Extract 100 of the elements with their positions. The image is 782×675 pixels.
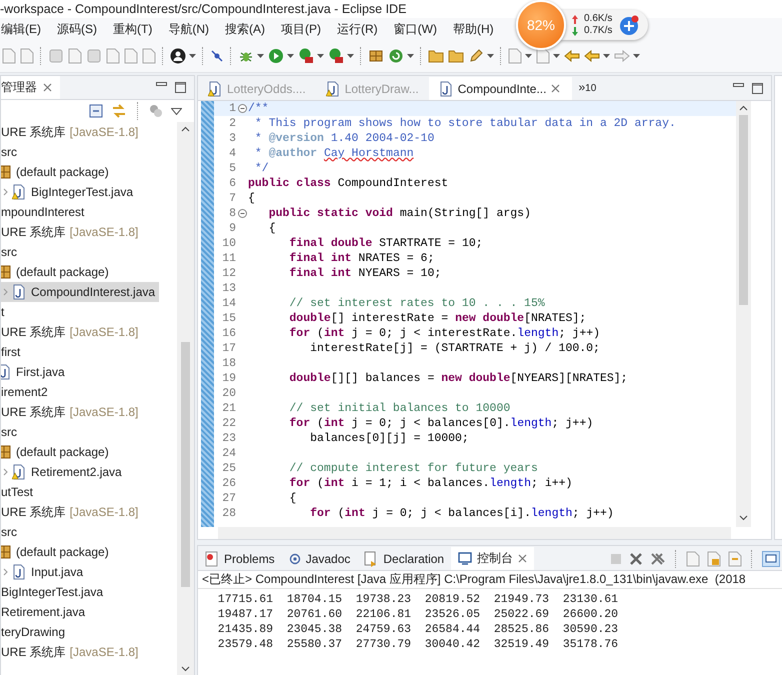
panel-tab[interactable]: Problems: [198, 547, 282, 570]
horizontal-scrollbar[interactable]: [218, 527, 731, 539]
pencil-icon[interactable]: [468, 48, 484, 64]
run-tool-icon[interactable]: [298, 48, 314, 64]
panel-tab[interactable]: Declaration: [357, 547, 452, 570]
tree-item[interactable]: (default package): [1, 542, 113, 562]
fold-icon[interactable]: [238, 209, 246, 218]
dropdown-caret-icon[interactable]: [487, 54, 494, 58]
tree-item[interactable]: Retirement.java: [1, 602, 90, 622]
dropdown-caret-icon[interactable]: [287, 54, 294, 58]
menu-item[interactable]: 搜索(A): [224, 20, 266, 38]
library-version: [JavaSE-1.8]: [70, 505, 138, 519]
close-icon[interactable]: [551, 84, 560, 93]
scrollbar-thumb[interactable]: [739, 115, 748, 305]
dropdown-caret-icon[interactable]: [553, 54, 560, 58]
dropdown-caret-icon[interactable]: [525, 54, 532, 58]
menu-item[interactable]: 帮助(H): [452, 20, 495, 38]
plus-icon[interactable]: [618, 14, 640, 36]
scroll-down-icon[interactable]: [739, 515, 748, 521]
menu-item[interactable]: 编辑(E): [0, 20, 42, 38]
person-icon[interactable]: [170, 48, 186, 64]
tree-item[interactable]: teryDrawing: [1, 622, 70, 642]
filter-icon[interactable]: [149, 104, 163, 118]
scroll-down-icon[interactable]: [181, 666, 190, 672]
menu-item[interactable]: 源码(S): [56, 20, 98, 38]
line-number: 8: [228, 207, 236, 220]
scrollbar-thumb[interactable]: [181, 342, 190, 586]
package-icon[interactable]: [368, 48, 384, 64]
menu-item[interactable]: 窗口(W): [392, 20, 438, 38]
tree-item[interactable]: URE 系统库 [JavaSE-1.8]: [1, 642, 142, 662]
tree-item[interactable]: Retirement2.java: [1, 462, 126, 482]
dropdown-caret-icon[interactable]: [603, 54, 610, 58]
editor-tab[interactable]: CompoundInte...: [428, 77, 572, 100]
dropdown-caret-icon[interactable]: [189, 54, 196, 58]
tree-item[interactable]: URE 系统库 [JavaSE-1.8]: [1, 122, 142, 142]
tree-item[interactable]: t: [1, 302, 8, 322]
view-menu-icon[interactable]: [171, 108, 182, 114]
code-line: */: [254, 162, 269, 175]
tree-item[interactable]: Input.java: [1, 562, 88, 582]
tree-item[interactable]: src: [1, 422, 21, 442]
close-icon[interactable]: [518, 554, 528, 563]
tree-item[interactable]: irement2: [1, 382, 52, 402]
menu-item[interactable]: 重构(T): [112, 20, 154, 38]
minimize-icon[interactable]: [156, 82, 167, 86]
tree-item[interactable]: First.java: [1, 362, 69, 382]
tree-item[interactable]: URE 系统库 [JavaSE-1.8]: [1, 502, 142, 522]
tree-item[interactable]: URE 系统库 [JavaSE-1.8]: [1, 402, 142, 422]
minimize-icon[interactable]: [733, 82, 744, 86]
dropdown-caret-icon[interactable]: [347, 54, 354, 58]
tree-item[interactable]: src: [1, 242, 21, 262]
dropdown-caret-icon[interactable]: [407, 54, 414, 58]
display-console-icon[interactable]: [762, 550, 780, 566]
tree-item[interactable]: CompoundInterest.java: [1, 282, 160, 302]
collapsed-chevron-icon[interactable]: [3, 568, 9, 576]
tree-item[interactable]: (default package): [1, 442, 113, 462]
menu-item[interactable]: 运行(R): [336, 20, 379, 38]
arrow-left-icon[interactable]: [564, 50, 580, 62]
collapsed-chevron-icon[interactable]: [3, 188, 9, 196]
line-number: 14: [221, 297, 236, 310]
tree-item[interactable]: first: [1, 342, 24, 362]
run-tool-icon[interactable]: [328, 48, 344, 64]
collapsed-chevron-icon[interactable]: [3, 468, 9, 476]
tree-item[interactable]: BigIntegerTest.java: [1, 582, 108, 602]
tree-item[interactable]: (default package): [1, 262, 113, 282]
dropdown-caret-icon[interactable]: [317, 54, 324, 58]
tree-item[interactable]: utTest: [1, 482, 38, 502]
line-number: 5: [228, 162, 236, 175]
scroll-up-icon[interactable]: [739, 105, 748, 111]
tree-item[interactable]: src: [1, 142, 21, 162]
line-number: 12: [221, 267, 236, 280]
arrow-left-icon[interactable]: [584, 50, 600, 62]
tree-item[interactable]: BigIntegerTest.java: [1, 182, 138, 202]
more-tabs-button[interactable]: »10: [572, 80, 596, 100]
panel-tab[interactable]: Javadoc: [282, 547, 358, 570]
fold-icon[interactable]: [238, 104, 246, 113]
pin-icon[interactable]: [210, 49, 224, 63]
remove-icon[interactable]: [629, 552, 643, 566]
maximize-icon[interactable]: [175, 82, 186, 93]
scroll-up-icon[interactable]: [181, 126, 190, 132]
run-icon[interactable]: [268, 48, 284, 64]
dropdown-caret-icon[interactable]: [633, 54, 640, 58]
dropdown-caret-icon[interactable]: [257, 54, 264, 58]
folder-icon[interactable]: [428, 49, 444, 63]
panel-tab[interactable]: 控制台: [451, 547, 534, 570]
link-arrows-icon[interactable]: [111, 104, 127, 118]
menu-item[interactable]: 项目(P): [280, 20, 322, 38]
folder-icon[interactable]: [448, 49, 464, 63]
tree-item[interactable]: URE 系统库 [JavaSE-1.8]: [1, 222, 142, 242]
line-number: 1: [228, 102, 236, 115]
code-line: // set interest rates to 10 . . . 15%: [288, 297, 545, 310]
tree-item[interactable]: src: [1, 522, 21, 542]
remove-all-icon[interactable]: [650, 552, 666, 566]
close-icon[interactable]: [43, 83, 52, 92]
menu-item[interactable]: 导航(N): [167, 20, 210, 38]
refresh-icon[interactable]: [388, 48, 404, 64]
tree-item[interactable]: mpoundInterest: [1, 202, 88, 222]
tree-item[interactable]: URE 系统库 [JavaSE-1.8]: [1, 322, 142, 342]
collapse-all-icon[interactable]: [89, 104, 103, 118]
maximize-icon[interactable]: [752, 82, 763, 94]
tree-item[interactable]: (default package): [1, 162, 113, 182]
